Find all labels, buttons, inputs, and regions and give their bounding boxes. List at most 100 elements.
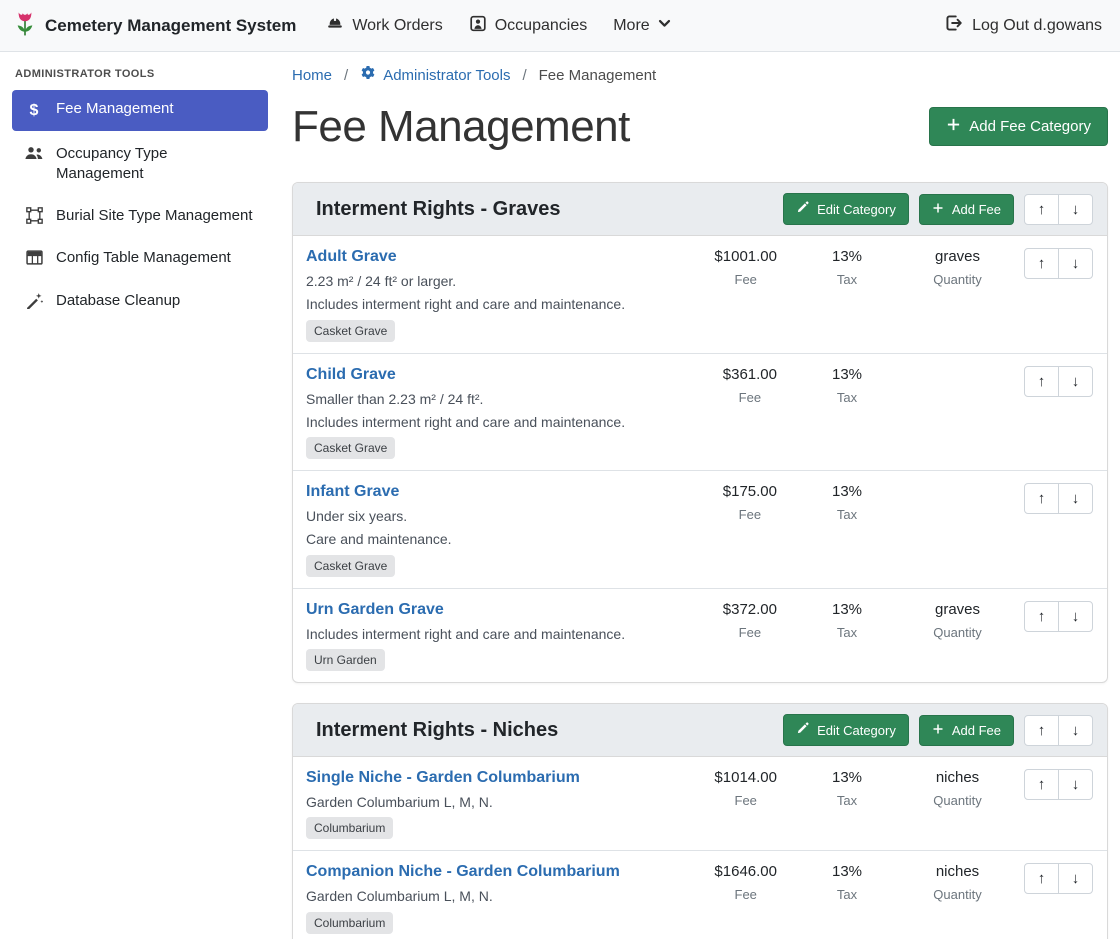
fee-amount-label: Fee — [739, 507, 761, 522]
move-category-down-button[interactable]: ↓ — [1058, 715, 1093, 746]
sidebar-item-config-table-management[interactable]: Config Table Management — [12, 239, 268, 277]
pencil-icon — [796, 201, 809, 217]
fee-description: Includes interment right and care and ma… — [306, 294, 684, 314]
move-category-up-button[interactable]: ↑ — [1024, 715, 1059, 746]
move-fee-up-button[interactable]: ↑ — [1024, 769, 1059, 800]
arrow-down-icon: ↓ — [1072, 373, 1080, 390]
fee-description: Garden Columbarium L, M, N. — [306, 792, 684, 812]
fee-descriptions: Smaller than 2.23 m² / 24 ft².Includes i… — [306, 389, 684, 433]
move-category-down-button[interactable]: ↓ — [1058, 194, 1093, 225]
fee-description: Under six years. — [306, 506, 684, 526]
fee-descriptions: Garden Columbarium L, M, N. — [306, 792, 684, 812]
move-fee-up-button[interactable]: ↑ — [1024, 483, 1059, 514]
fee-quantity: graves — [935, 248, 980, 265]
category-controls: Edit Category Add Fee ↑ ↓ — [783, 714, 1093, 746]
nav-item-occupancies[interactable]: Occupancies — [469, 15, 588, 37]
fee-badge: Urn Garden — [306, 649, 385, 671]
fee-description: Smaller than 2.23 m² / 24 ft². — [306, 389, 684, 409]
category-list: Interment Rights - Graves Edit Category — [292, 182, 1108, 939]
arrow-down-icon: ↓ — [1072, 722, 1080, 739]
arrow-down-icon: ↓ — [1072, 776, 1080, 793]
fee-badge: Columbarium — [306, 912, 393, 934]
arrow-up-icon: ↑ — [1038, 722, 1046, 739]
fee-descriptions: 2.23 m² / 24 ft² or larger.Includes inte… — [306, 271, 684, 315]
add-fee-button[interactable]: Add Fee — [919, 194, 1014, 225]
move-fee-down-button[interactable]: ↓ — [1058, 769, 1093, 800]
fee-tax-label: Tax — [837, 793, 857, 808]
arrow-up-icon: ↑ — [1038, 255, 1046, 272]
plus-icon — [932, 202, 944, 217]
fee-amount-column: $175.00 Fee — [692, 483, 802, 522]
move-fee-down-button[interactable]: ↓ — [1058, 601, 1093, 632]
fee-quantity-column: niches Quantity — [892, 863, 1023, 902]
move-fee-up-button[interactable]: ↑ — [1024, 863, 1059, 894]
fee-badge: Columbarium — [306, 817, 393, 839]
move-fee-down-button[interactable]: ↓ — [1058, 248, 1093, 279]
sidebar-item-label: Database Cleanup — [56, 291, 180, 311]
fee-tax-label: Tax — [837, 625, 857, 640]
add-fee-category-button[interactable]: Add Fee Category — [929, 107, 1108, 146]
sidebar-item-database-cleanup[interactable]: Database Cleanup — [12, 282, 268, 320]
move-fee-up-button[interactable]: ↑ — [1024, 601, 1059, 632]
edit-category-button[interactable]: Edit Category — [783, 714, 909, 746]
fee-tax-column: 13% Tax — [802, 601, 892, 640]
fee-tax-label: Tax — [837, 272, 857, 287]
fee-name-link[interactable]: Companion Niche - Garden Columbarium — [306, 863, 620, 881]
move-fee-up-button[interactable]: ↑ — [1024, 366, 1059, 397]
fee-category-card: Interment Rights - Niches Edit Category — [292, 703, 1108, 939]
edit-category-button[interactable]: Edit Category — [783, 193, 909, 225]
sidebar-section-header: ADMINISTRATOR TOOLS — [15, 68, 268, 80]
breadcrumb-home-link[interactable]: Home — [292, 67, 332, 84]
sidebar-item-fee-management[interactable]: $ Fee Management — [12, 90, 268, 131]
breadcrumb-admin-tools-link[interactable]: Administrator Tools — [360, 65, 510, 85]
fee-description: Garden Columbarium L, M, N. — [306, 886, 684, 906]
add-fee-button[interactable]: Add Fee — [919, 715, 1014, 746]
arrow-up-icon: ↑ — [1038, 608, 1046, 625]
category-title: Interment Rights - Graves — [316, 198, 561, 221]
sidebar-item-occupancy-type-management[interactable]: Occupancy Type Management — [12, 135, 268, 194]
edit-category-label: Edit Category — [817, 202, 896, 217]
fee-name-link[interactable]: Child Grave — [306, 366, 396, 384]
fee-amount-column: $1014.00 Fee — [692, 769, 802, 808]
breadcrumb-section-label: Administrator Tools — [383, 67, 510, 84]
page-title: Fee Management — [292, 99, 630, 154]
category-title: Interment Rights - Niches — [316, 719, 558, 742]
fee-amount: $361.00 — [723, 366, 777, 383]
move-fee-down-button[interactable]: ↓ — [1058, 483, 1093, 514]
fee-category-card: Interment Rights - Graves Edit Category — [292, 182, 1108, 683]
fee-quantity: niches — [936, 863, 979, 880]
fee-info: Companion Niche - Garden Columbarium Gar… — [306, 863, 692, 933]
fee-quantity-label: Quantity — [933, 793, 981, 808]
nav-item-more[interactable]: More — [613, 17, 670, 35]
fee-reorder-controls: ↑ ↓ — [1023, 769, 1093, 800]
fee-quantity-label: Quantity — [933, 625, 981, 640]
fee-amount-label: Fee — [739, 625, 761, 640]
move-category-up-button[interactable]: ↑ — [1024, 194, 1059, 225]
category-reorder-controls: ↑ ↓ — [1024, 715, 1093, 746]
fee-row: Infant Grave Under six years.Care and ma… — [293, 471, 1107, 589]
fee-reorder-controls: ↑ ↓ — [1023, 248, 1093, 279]
move-fee-up-button[interactable]: ↑ — [1024, 248, 1059, 279]
category-body: Single Niche - Garden Columbarium Garden… — [293, 757, 1107, 939]
fee-amount: $175.00 — [723, 483, 777, 500]
fee-amount-label: Fee — [735, 793, 757, 808]
fee-name-link[interactable]: Urn Garden Grave — [306, 601, 444, 619]
plus-icon — [932, 723, 944, 738]
arrow-up-icon: ↑ — [1038, 373, 1046, 390]
fee-tax: 13% — [832, 863, 862, 880]
dollar-icon: $ — [24, 100, 44, 122]
app-brand[interactable]: Cemetery Management System — [14, 10, 296, 42]
nav-item-work-orders[interactable]: Work Orders — [326, 15, 442, 37]
move-fee-down-button[interactable]: ↓ — [1058, 863, 1093, 894]
vector-square-icon — [24, 207, 44, 224]
fee-name-link[interactable]: Infant Grave — [306, 483, 399, 501]
fee-name-link[interactable]: Single Niche - Garden Columbarium — [306, 769, 580, 787]
sidebar-item-label: Config Table Management — [56, 248, 231, 268]
move-fee-down-button[interactable]: ↓ — [1058, 366, 1093, 397]
fee-amount-column: $1646.00 Fee — [692, 863, 802, 902]
fee-tax-label: Tax — [837, 390, 857, 405]
logout-button[interactable]: Log Out d.gowans — [944, 14, 1106, 37]
fee-name-link[interactable]: Adult Grave — [306, 248, 397, 266]
magic-wand-icon — [24, 292, 44, 309]
sidebar-item-burial-site-type-management[interactable]: Burial Site Type Management — [12, 197, 268, 235]
